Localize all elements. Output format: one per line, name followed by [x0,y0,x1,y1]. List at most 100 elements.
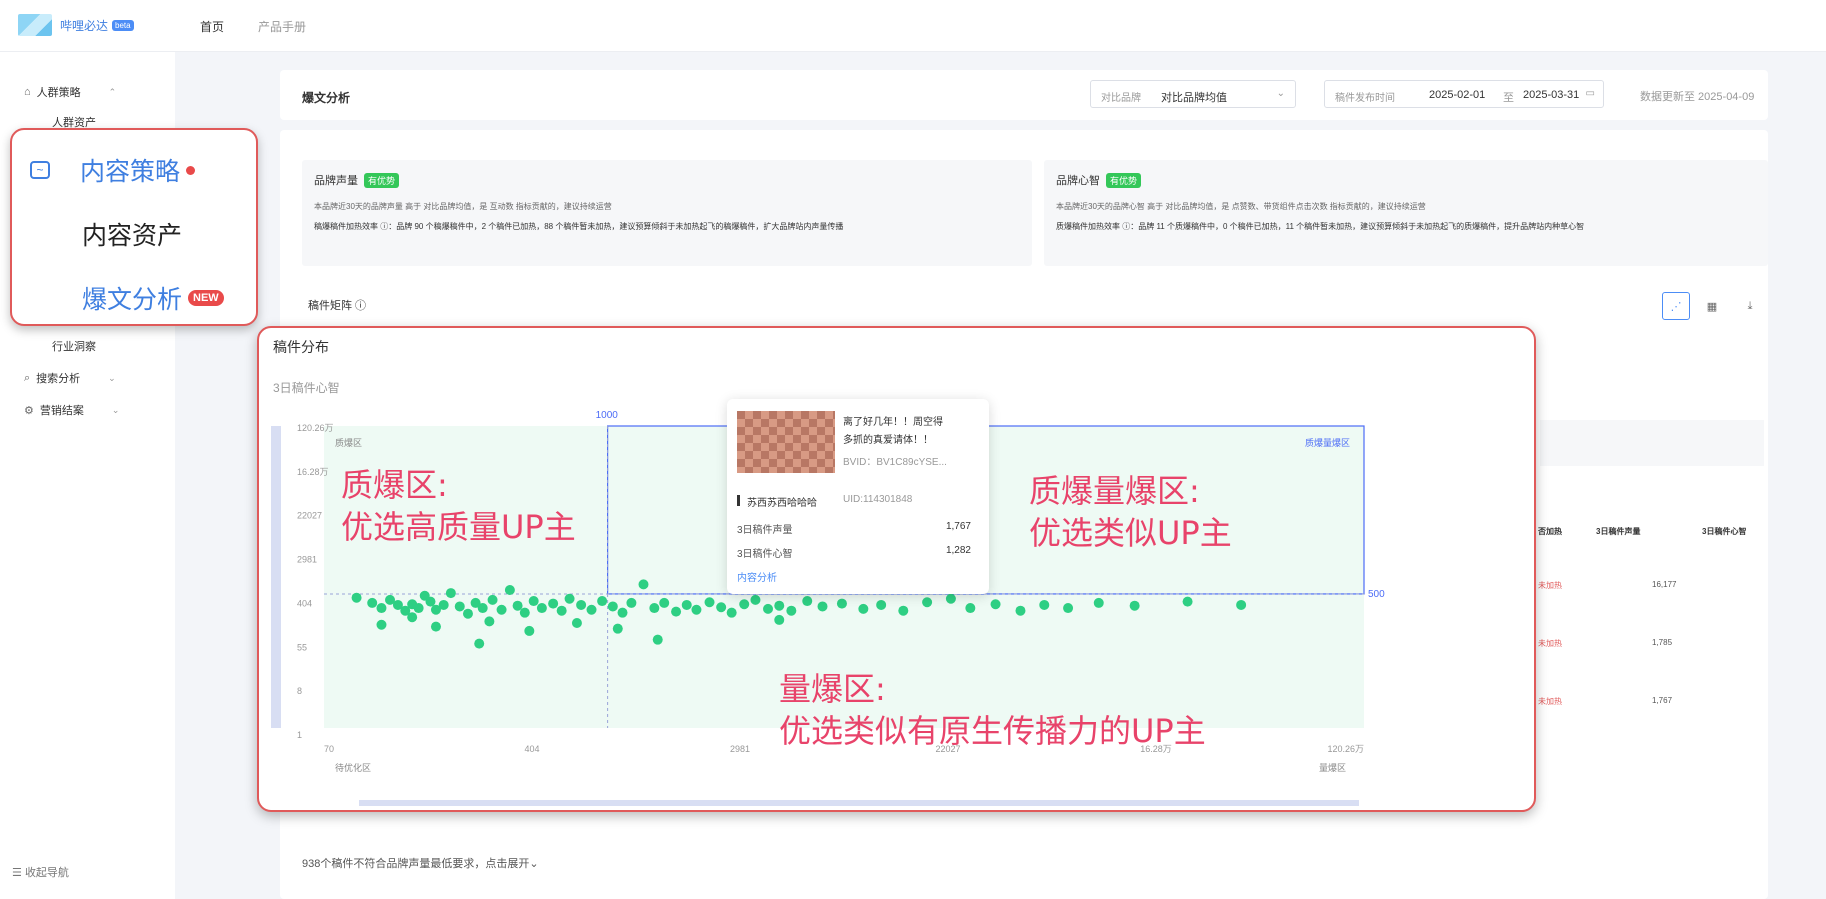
scatter-point[interactable] [564,593,575,604]
scatter-point[interactable] [1063,603,1074,614]
scatter-point[interactable] [607,601,618,612]
scatter-point[interactable] [739,599,750,610]
scatter-point[interactable] [1129,600,1140,611]
scatter-point[interactable] [681,599,692,610]
scatter-point[interactable] [1093,597,1104,608]
scatter-point[interactable] [487,594,498,605]
scatter-point[interactable] [763,603,774,614]
scatter-point[interactable] [802,596,813,607]
table-view-button[interactable]: ▦ [1698,292,1726,320]
y-zoom-slider[interactable] [271,426,281,728]
scatter-point[interactable] [438,599,449,610]
video-thumbnail[interactable] [737,411,835,473]
scatter-point[interactable] [649,603,660,614]
collapse-nav-button[interactable]: ☰ 收起导航 [12,864,69,880]
scatter-point[interactable] [691,604,702,615]
scatter-point[interactable] [817,601,828,612]
scatter-point[interactable] [454,601,465,612]
sidebar-item-search[interactable]: ⌕ 搜索分析 ⌄ [24,370,116,386]
scatter-point[interactable] [638,579,649,590]
nav-home[interactable]: 首页 [200,18,224,35]
scatter-point[interactable] [990,599,1001,610]
nav-manual[interactable]: 产品手册 [258,18,306,35]
scatter-point[interactable] [876,599,887,610]
sidebar-item-content-strategy[interactable]: ~ 内容策略 [30,152,196,188]
scatter-point[interactable] [586,604,597,615]
scatter-point[interactable] [524,625,535,636]
scatter-point[interactable] [484,616,495,627]
scatter-point[interactable] [774,614,785,625]
scatter-point[interactable] [626,597,637,608]
volume-label: 3日稿件声量 [737,525,793,536]
sidebar-item-industry[interactable]: 行业洞察 [52,338,96,354]
scatter-point[interactable] [1015,605,1026,616]
scatter-point[interactable] [612,623,623,634]
scatter-point[interactable] [922,597,933,608]
annotation-quality-desc: 优选高质量UP主 [341,508,576,546]
scatter-point[interactable] [512,600,523,611]
date-range-picker[interactable]: 稿件发布时间 2025-02-01 至 2025-03-31 ▭ [1324,80,1604,108]
scatter-view-button[interactable]: ⋰ [1662,292,1690,320]
y-tick-label: 1 [297,730,302,740]
scatter-point[interactable] [528,596,539,607]
scatter-point[interactable] [576,599,587,610]
scatter-point[interactable] [1236,599,1247,610]
sidebar-item-crowd-strategy[interactable]: ⌂ 人群策略 ⌃ [24,84,116,100]
scatter-point[interactable] [716,602,727,613]
scatter-point[interactable] [786,605,797,616]
scatter-point[interactable] [376,603,387,614]
scatter-point[interactable] [413,603,424,614]
table-cell: 1,785 [1652,638,1673,647]
annotation-volume-desc: 优选类似有原生传播力的UP主 [779,712,1206,750]
expand-hidden-link[interactable]: 938个稿件不符合品牌声量最低要求，点击展开⌄ [302,855,539,871]
chart-title: 稿件分布 [273,339,329,355]
logo-mark [18,14,52,36]
scatter-point[interactable] [519,607,530,618]
scatter-point[interactable] [597,596,608,607]
scatter-point[interactable] [571,618,582,629]
content-analysis-link[interactable]: 内容分析 [737,569,777,584]
x-zoom-slider[interactable] [359,800,1359,806]
scatter-point[interactable] [445,588,456,599]
sidebar-item-content-assets[interactable]: 内容资产 [82,216,182,252]
scatter-point[interactable] [430,621,441,632]
scatter-point[interactable] [477,603,488,614]
scatter-point[interactable] [617,607,628,618]
scatter-point[interactable] [652,634,663,645]
sidebar-item-marketing[interactable]: ⚙ 营销结案 ⌄ [24,402,119,418]
y-axis-label: 3日稿件心智 [273,380,340,395]
scatter-point[interactable] [965,603,976,614]
scatter-point[interactable] [704,597,715,608]
scatter-point[interactable] [376,619,387,630]
scatter-point[interactable] [1039,599,1050,610]
scatter-point[interactable] [367,597,378,608]
column-header: 3日稿件心智 [1702,527,1747,536]
scatter-point[interactable] [536,603,547,614]
scatter-point[interactable] [898,605,909,616]
scatter-point[interactable] [548,598,559,609]
scatter-point[interactable] [1182,596,1193,607]
compare-brand-select[interactable]: 对比品牌 对比品牌均值 ⌄ [1090,80,1296,108]
scatter-point[interactable] [945,593,956,604]
scatter-point[interactable] [774,600,785,611]
scatter-point[interactable] [407,612,418,623]
scatter-point[interactable] [659,597,670,608]
collapse-icon: ☰ [12,867,22,879]
scatter-point[interactable] [858,603,869,614]
scatter-point[interactable] [496,604,507,615]
scatter-point[interactable] [504,585,515,596]
scatter-point[interactable] [351,592,362,603]
logo[interactable]: 哔哩必达 beta [18,14,134,36]
scatter-point[interactable] [556,605,567,616]
sidebar-item-viral-analysis[interactable]: 爆文分析 NEW [82,280,224,316]
scatter-point[interactable] [462,608,473,619]
scatter-point[interactable] [474,638,485,649]
scatter-point[interactable] [671,606,682,617]
scatter-point[interactable] [750,594,761,605]
gear-icon: ⚙ [24,404,34,417]
download-button[interactable]: ⤓ [1736,292,1764,320]
scatter-point[interactable] [836,598,847,609]
card-title: 品牌心智 有优势 [1056,172,1142,188]
scatter-point[interactable] [726,607,737,618]
scatter-point[interactable] [425,596,436,607]
